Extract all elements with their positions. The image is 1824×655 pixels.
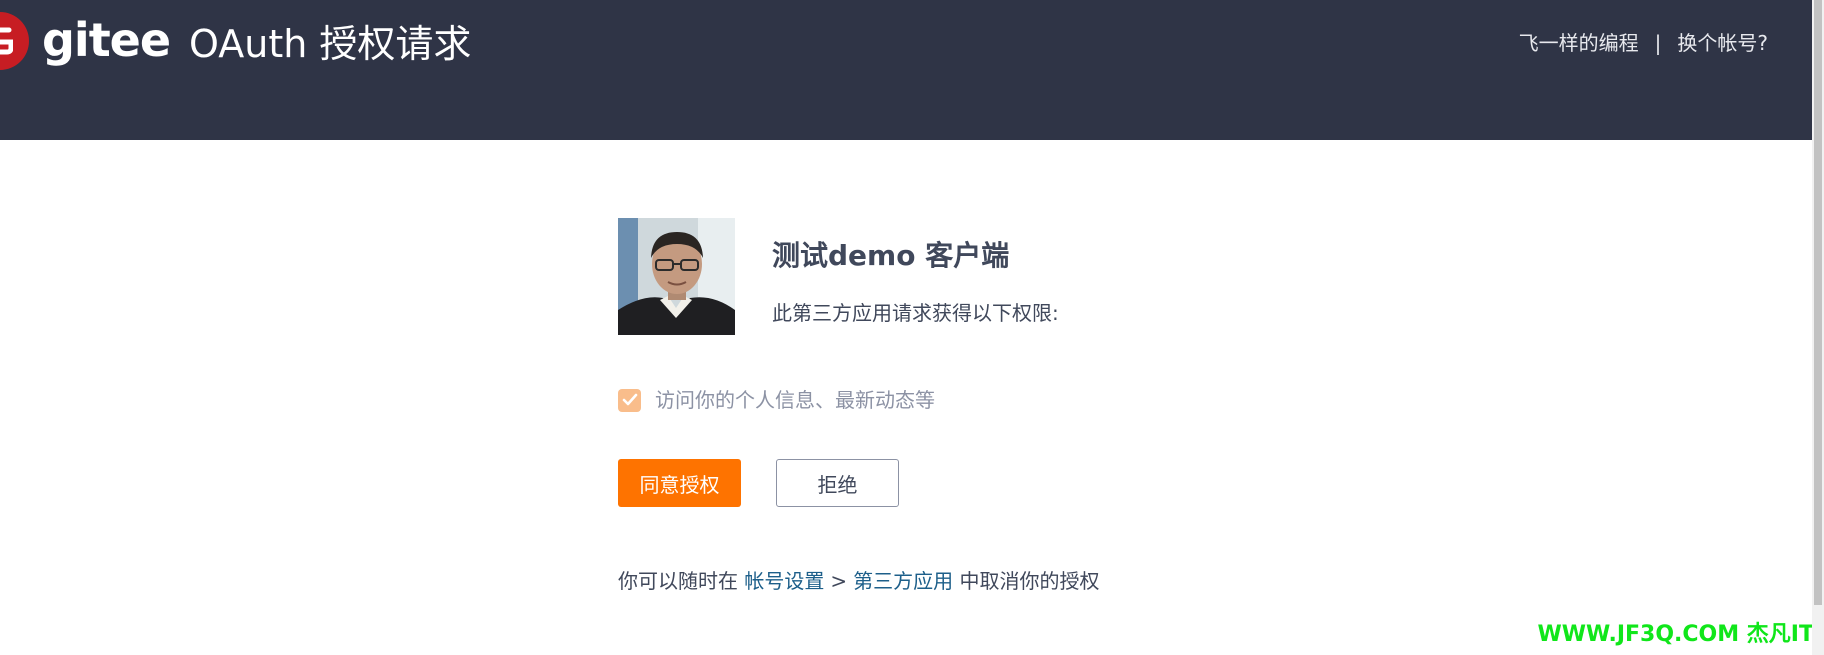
page-scrollbar[interactable] bbox=[1812, 0, 1824, 655]
app-name: 测试demo 客户端 bbox=[772, 239, 1010, 272]
permission-item: 访问你的个人信息、最新动态等 bbox=[618, 385, 935, 415]
oauth-page: gitee OAuth 授权请求 飞一样的编程 | 换个帐号? 测试demo 客… bbox=[0, 0, 1824, 655]
check-icon bbox=[622, 393, 637, 406]
app-permission-description: 此第三方应用请求获得以下权限: bbox=[772, 301, 1059, 325]
account-area: 飞一样的编程 | 换个帐号? bbox=[1519, 26, 1768, 60]
permission-checkbox[interactable] bbox=[618, 388, 641, 412]
avatar-image bbox=[618, 218, 735, 335]
page-title: OAuth 授权请求 bbox=[189, 22, 472, 66]
reject-button[interactable]: 拒绝 bbox=[776, 459, 899, 507]
account-settings-link[interactable]: 帐号设置 bbox=[744, 569, 824, 593]
permission-label: 访问你的个人信息、最新动态等 bbox=[655, 388, 935, 412]
breadcrumb-arrow: > bbox=[830, 569, 848, 593]
gitee-g-mark bbox=[0, 27, 13, 55]
header-separator: | bbox=[1654, 31, 1662, 55]
gitee-logo-icon[interactable] bbox=[0, 12, 29, 70]
switch-account-link[interactable]: 换个帐号? bbox=[1677, 26, 1768, 60]
top-header: gitee OAuth 授权请求 飞一样的编程 | 换个帐号? bbox=[0, 0, 1812, 140]
brand-name[interactable]: gitee bbox=[42, 8, 171, 72]
username-link[interactable]: 飞一样的编程 bbox=[1519, 26, 1639, 60]
revoke-hint-suffix: 中取消你的授权 bbox=[953, 569, 1100, 593]
agree-authorize-button[interactable]: 同意授权 bbox=[618, 459, 741, 507]
revoke-hint: 你可以随时在 帐号设置 > 第三方应用 中取消你的授权 bbox=[618, 564, 1099, 598]
revoke-hint-prefix: 你可以随时在 bbox=[618, 569, 745, 593]
app-avatar bbox=[618, 218, 735, 335]
scrollbar-thumb[interactable] bbox=[1814, 0, 1822, 605]
third-party-apps-link[interactable]: 第三方应用 bbox=[853, 569, 953, 593]
watermark: WWW.JF3Q.COM 杰凡IT bbox=[1537, 622, 1814, 647]
